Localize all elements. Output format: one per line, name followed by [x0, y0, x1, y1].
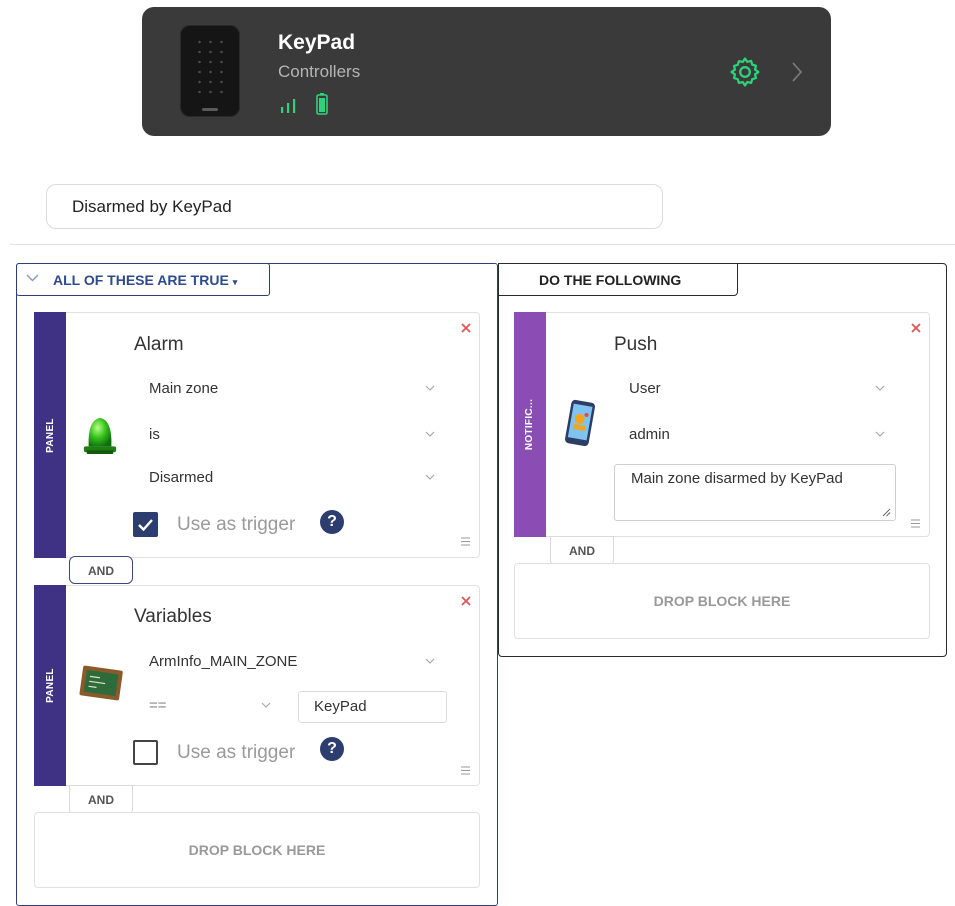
comparison-value-input[interactable]: KeyPad: [298, 691, 447, 723]
use-as-trigger-label: Use as trigger: [177, 514, 296, 535]
block-title: Variables: [134, 606, 212, 627]
and-connector: AND: [69, 785, 133, 815]
phone-notification-icon: [564, 399, 596, 447]
block-category-label: NOTIFIC...: [524, 398, 536, 451]
recipient-type-select[interactable]: User: [629, 374, 885, 404]
close-icon[interactable]: [910, 322, 922, 334]
chevron-down-icon: [261, 702, 271, 708]
message-textarea[interactable]: Main zone disarmed by KeyPad: [614, 464, 896, 521]
select-value: User: [629, 380, 661, 397]
resize-handle-icon[interactable]: [882, 508, 891, 517]
state-select[interactable]: Disarmed: [149, 463, 435, 493]
select-value: Main zone: [149, 380, 219, 397]
operator-select[interactable]: is: [149, 420, 435, 450]
help-icon[interactable]: ?: [320, 737, 344, 761]
device-title: KeyPad: [278, 31, 356, 54]
select-value: is: [149, 426, 160, 443]
actions-header: DO THE FOLLOWING: [498, 263, 738, 296]
block-category-strip[interactable]: PANEL: [34, 585, 66, 786]
battery-icon: [316, 93, 328, 115]
device-category: Controllers: [278, 62, 361, 81]
select-value: ArmInfo_MAIN_ZONE: [149, 653, 298, 670]
select-value: Disarmed: [149, 469, 214, 486]
block-title: Push: [614, 334, 658, 355]
actions-header-label: DO THE FOLLOWING: [539, 272, 682, 288]
help-icon[interactable]: ?: [320, 510, 344, 534]
drag-handle-icon[interactable]: [460, 765, 471, 776]
block-category-strip[interactable]: NOTIFIC...: [514, 312, 546, 537]
rule-name-input[interactable]: Disarmed by KeyPad: [46, 184, 663, 229]
checkmark-icon: [138, 519, 153, 532]
conditions-mode-dropdown[interactable]: ALL OF THESE ARE TRUE ▾: [16, 263, 270, 296]
use-as-trigger-label: Use as trigger: [177, 742, 296, 763]
divider: [10, 244, 955, 245]
conditions-drop-zone[interactable]: DROP BLOCK HERE: [34, 812, 480, 888]
chevron-down-icon: [425, 474, 435, 480]
chalkboard-icon: [79, 665, 123, 701]
siren-icon: [83, 417, 117, 454]
use-as-trigger-checkbox[interactable]: [133, 740, 158, 765]
condition-block-variables[interactable]: PANEL Variables ArmInfo_MAIN_ZONE == Key…: [34, 585, 480, 786]
chevron-down-icon: [425, 658, 435, 664]
variable-select[interactable]: ArmInfo_MAIN_ZONE: [149, 647, 435, 677]
chevron-down-icon: [875, 431, 885, 437]
keypad-device-image: [180, 25, 240, 117]
signal-icon: [281, 99, 296, 113]
and-connector: AND: [69, 556, 133, 584]
and-connector: AND: [550, 536, 614, 566]
comparison-select[interactable]: ==: [149, 691, 271, 721]
chevron-down-icon: [26, 274, 39, 282]
chevron-right-icon[interactable]: [790, 59, 804, 85]
chevron-down-icon: [425, 385, 435, 391]
chevron-down-icon: [425, 431, 435, 437]
block-category-label: PANEL: [44, 668, 56, 703]
conditions-header-label: ALL OF THESE ARE TRUE: [53, 272, 229, 288]
select-value: ==: [149, 697, 167, 714]
gear-icon[interactable]: [728, 55, 762, 89]
actions-drop-zone[interactable]: DROP BLOCK HERE: [514, 563, 930, 639]
device-card[interactable]: KeyPad Controllers: [142, 7, 831, 136]
drag-handle-icon[interactable]: [910, 518, 921, 529]
close-icon[interactable]: [460, 595, 472, 607]
action-block-push[interactable]: NOTIFIC... Push User admin Main zone dis…: [514, 312, 930, 537]
drag-handle-icon[interactable]: [460, 536, 471, 547]
chevron-down-icon: [875, 385, 885, 391]
caret-down-icon: ▾: [232, 277, 238, 287]
block-title: Alarm: [134, 334, 184, 355]
block-category-label: PANEL: [44, 417, 56, 453]
select-value: admin: [629, 426, 670, 443]
block-category-strip[interactable]: PANEL: [34, 312, 66, 558]
condition-block-alarm[interactable]: PANEL Alarm Main zone is Disarmed Use as…: [34, 312, 480, 558]
recipient-select[interactable]: admin: [629, 420, 885, 450]
zone-select[interactable]: Main zone: [149, 374, 435, 404]
use-as-trigger-checkbox[interactable]: [133, 512, 158, 537]
close-icon[interactable]: [460, 322, 472, 334]
